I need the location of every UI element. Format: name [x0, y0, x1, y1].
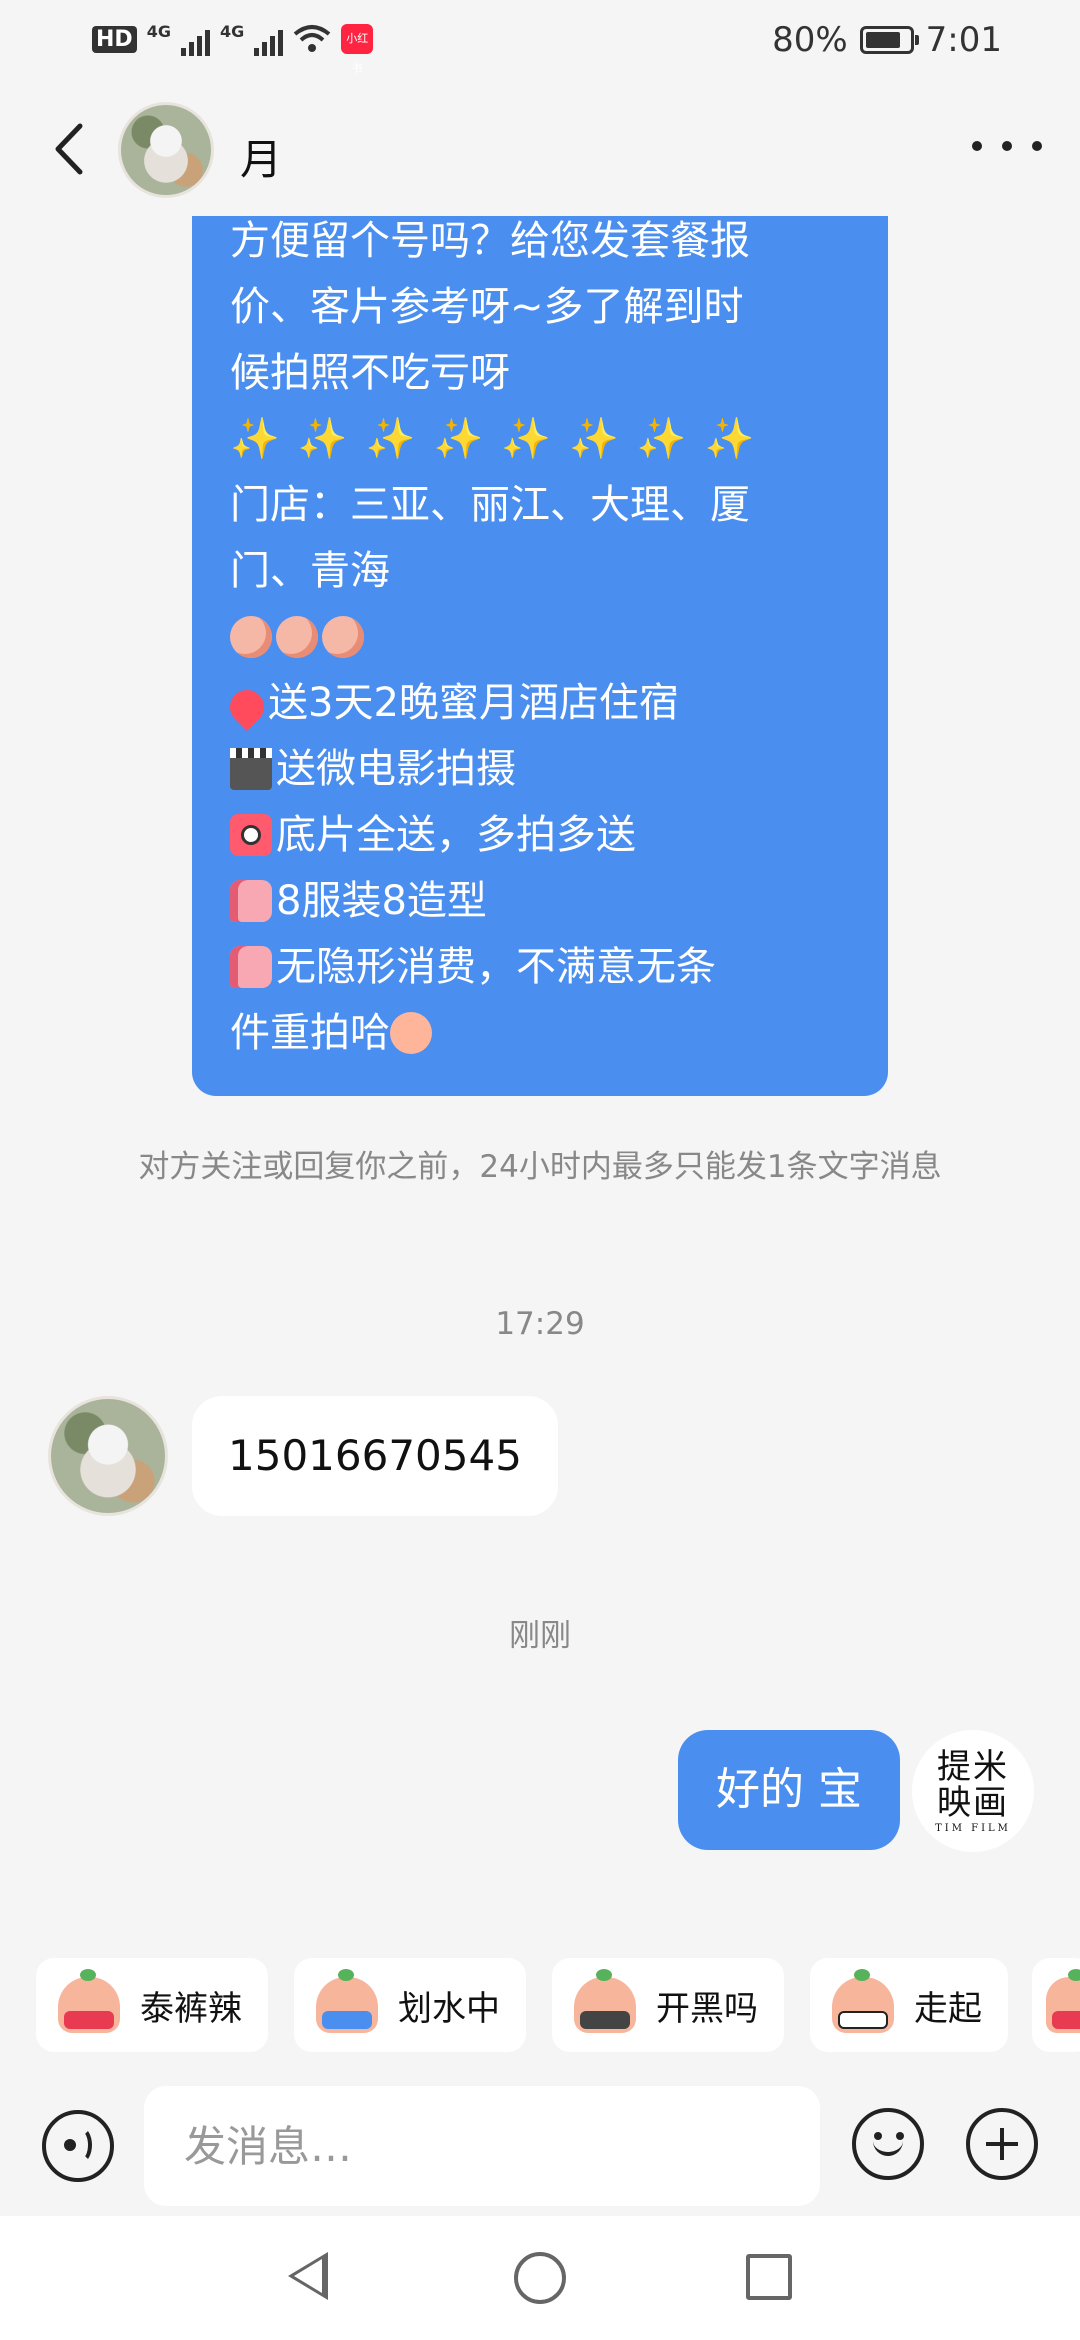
sparkle-icon: ✨ [636, 416, 687, 462]
avatar-logo-text: 提米映画 [937, 1746, 1009, 1823]
plus-button[interactable] [966, 2108, 1038, 2180]
message-line-item: 无隐形消费，不满意无条 [230, 934, 850, 1000]
contact-name: 月 [240, 135, 283, 184]
quick-sticker-bar[interactable]: 泰裤辣 划水中 开黑吗 走起 [0, 1930, 1080, 2080]
timestamp: 17:29 [495, 1306, 585, 1342]
clapperboard-icon [230, 748, 272, 790]
message-line: 门店：三亚、丽江、大理、厦 [230, 482, 750, 528]
message-line: 件重拍哈 [230, 1010, 390, 1056]
message-input[interactable] [144, 2086, 820, 2206]
nav-back-icon[interactable] [288, 2252, 328, 2300]
status-left: HD 4G 4G 小红书 [92, 22, 374, 75]
camera-icon [230, 814, 272, 856]
incoming-promo-message[interactable]: 方便留个号吗？给您发套餐报 价、客片参考呀~多了解到时 候拍照不吃亏呀 ✨ ✨ ✨ ✨… [192, 216, 888, 1096]
signal-icon-2 [254, 22, 284, 56]
message-line-item: 送微电影拍摄 [230, 736, 850, 802]
wifi-icon [293, 25, 331, 52]
message-line: 价、客片参考呀~多了解到时 [230, 284, 744, 330]
location-pin-icon [222, 682, 272, 732]
quick-sticker-label: 走起 [914, 1988, 982, 2029]
sticker-more-icon [1046, 1969, 1080, 2033]
incoming-phone-message[interactable]: 15016670545 [192, 1396, 558, 1516]
message-line-item: 件重拍哈 [230, 1000, 850, 1066]
timestamp: 刚刚 [509, 1618, 571, 1654]
network-label-1: 4G [146, 22, 171, 41]
contact-avatar-message[interactable] [48, 1396, 168, 1516]
thumbs-up-icon [230, 946, 272, 988]
quick-sticker-label: 开黑吗 [656, 1988, 758, 2029]
input-bar [0, 2080, 1080, 2216]
laughing-face-icon [390, 1012, 432, 1054]
emoji-button[interactable] [852, 2108, 924, 2180]
sticker-go-icon [832, 1969, 894, 2033]
message-line: 8服装8造型 [276, 878, 487, 924]
signal-icon [180, 22, 210, 56]
battery-percent: 80% [772, 20, 848, 60]
sticker-swim-icon [316, 1969, 378, 2033]
sparkle-icon: ✨ [365, 416, 416, 462]
message-line: 送3天2晚蜜月酒店住宿 [268, 680, 679, 726]
clapping-icon [322, 616, 364, 658]
quick-sticker-item[interactable]: 走起 [810, 1958, 1008, 2052]
sticker-game-icon [574, 1969, 636, 2033]
nav-home-icon[interactable] [514, 2252, 566, 2304]
system-nav-bar [0, 2216, 1080, 2340]
network-label-2: 4G [219, 22, 245, 41]
back-button[interactable] [40, 114, 100, 184]
clapping-row [230, 604, 850, 670]
more-dot-icon [1032, 141, 1042, 151]
battery-icon [859, 26, 919, 54]
my-avatar[interactable]: 提米映画 TIM FILM [912, 1730, 1034, 1852]
more-dot-icon [972, 141, 982, 151]
more-dot-icon [1002, 141, 1012, 151]
quick-sticker-item-partial[interactable] [1032, 1958, 1080, 2052]
quick-sticker-label: 划水中 [398, 1988, 500, 2029]
quick-sticker-label: 泰裤辣 [140, 1988, 242, 2029]
message-line: 门、青海 [230, 548, 390, 594]
system-note: 对方关注或回复你之前，24小时内最多只能发1条文字消息 [138, 1149, 942, 1185]
message-line: 方便留个号吗？给您发套餐报 [230, 218, 750, 264]
message-line: 送微电影拍摄 [276, 746, 516, 792]
quick-sticker-item[interactable]: 开黑吗 [552, 1958, 784, 2052]
sparkle-icon: ✨ [569, 416, 619, 462]
message-line: 候拍照不吃亏呀 [230, 350, 510, 396]
more-options-button[interactable] [972, 116, 1042, 176]
clock: 7:01 [925, 20, 1002, 60]
xiaohongshu-app-icon: 小红书 [341, 24, 374, 75]
sticker-cool-icon [58, 1969, 120, 2033]
nav-recents-icon[interactable] [746, 2254, 792, 2300]
quick-sticker-item[interactable]: 泰裤辣 [36, 1958, 268, 2052]
quick-sticker-item[interactable]: 划水中 [294, 1958, 526, 2052]
sparkle-icon: ✨ [501, 416, 552, 462]
battery-fill [865, 32, 900, 48]
sparkle-icon: ✨ [704, 416, 755, 462]
chat-area[interactable]: 方便留个号吗？给您发套餐报 价、客片参考呀~多了解到时 候拍照不吃亏呀 ✨ ✨ ✨ ✨… [0, 216, 1080, 1930]
thumbs-up-icon [230, 880, 272, 922]
chat-header: 月 [0, 86, 1080, 216]
clapping-icon [230, 616, 272, 658]
sparkles-row: ✨ ✨ ✨ ✨ ✨ ✨ ✨ ✨ [230, 406, 850, 472]
sparkle-icon: ✨ [230, 416, 280, 462]
clapping-icon [276, 616, 318, 658]
message-line-item: 底片全送，多拍多送 [230, 802, 850, 868]
message-line: 无隐形消费，不满意无条 [276, 944, 716, 990]
chevron-left-icon [55, 123, 83, 175]
message-line-item: 送3天2晚蜜月酒店住宿 [222, 670, 850, 736]
status-right: 80% 7:01 [772, 20, 1002, 60]
message-line: 底片全送，多拍多送 [276, 812, 636, 858]
avatar-logo-subtext: TIM FILM [935, 1822, 1011, 1834]
contact-avatar[interactable] [118, 102, 214, 198]
outgoing-message[interactable]: 好的 宝 [678, 1730, 900, 1850]
hd-badge: HD [92, 25, 137, 53]
sparkle-icon: ✨ [297, 416, 348, 462]
voice-input-button[interactable] [42, 2110, 114, 2182]
message-line-item: 8服装8造型 [230, 868, 850, 934]
sparkle-icon: ✨ [433, 416, 484, 462]
status-bar: HD 4G 4G 小红书 80% 7:01 [0, 0, 1080, 86]
